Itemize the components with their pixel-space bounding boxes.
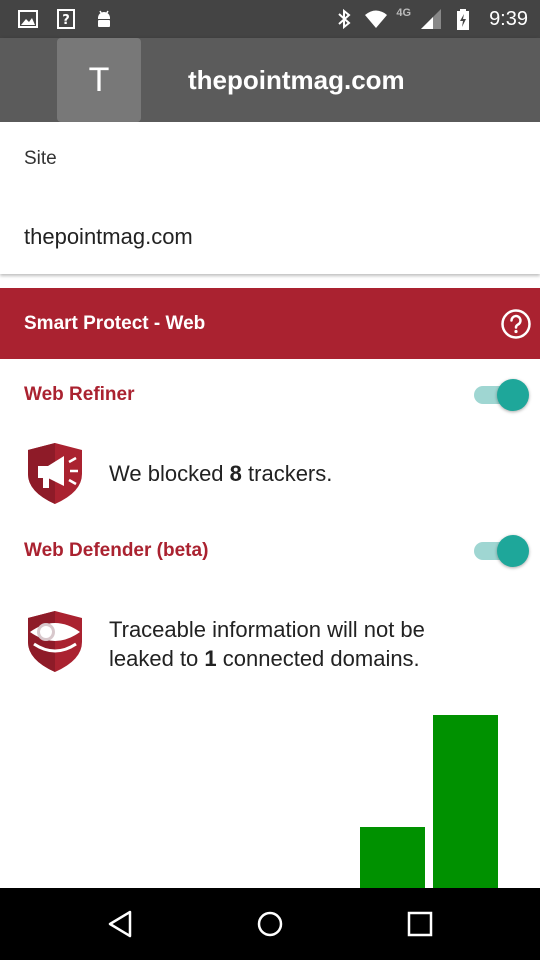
- web-defender-title: Web Defender (beta): [24, 540, 209, 561]
- tracker-bar-chart: [360, 715, 498, 888]
- toggle-thumb: [497, 535, 529, 567]
- android-icon: [98, 10, 110, 27]
- status-bar: ? 4G 9:39: [0, 0, 540, 38]
- network-type: 4G: [396, 7, 412, 19]
- text-prefix: We blocked: [109, 461, 230, 486]
- wifi-icon: [365, 10, 388, 28]
- svg-text:?: ?: [62, 13, 70, 28]
- web-defender-toggle[interactable]: [474, 535, 532, 567]
- battery-charging-icon: [457, 9, 470, 30]
- web-refiner-toggle[interactable]: [474, 379, 532, 411]
- bluetooth-icon: [338, 8, 351, 30]
- recents-icon[interactable]: [398, 902, 442, 946]
- site-label: Site: [24, 148, 57, 169]
- trackers-blocked-text: We blocked 8 trackers.: [109, 459, 332, 488]
- site-card: Site thepointmag.com: [0, 122, 540, 274]
- signal-icon: [421, 9, 442, 29]
- app-bar: T thepointmag.com: [0, 38, 540, 122]
- site-value: thepointmag.com: [24, 224, 193, 249]
- gallery-icon: [18, 10, 38, 28]
- text-suffix: connected domains.: [216, 646, 420, 671]
- eye-shield-icon: [28, 611, 82, 672]
- section-title: Smart Protect - Web: [24, 313, 206, 334]
- back-icon[interactable]: [98, 902, 142, 946]
- nav-bar: [0, 888, 540, 960]
- smart-protect-header: Smart Protect - Web: [0, 288, 540, 359]
- domains-count: 1: [204, 646, 217, 671]
- help-box-icon: ?: [57, 9, 75, 29]
- clock: 9:39: [489, 7, 528, 30]
- toggle-thumb: [497, 379, 529, 411]
- chart-bar-1: [360, 827, 425, 888]
- text-suffix: trackers.: [241, 461, 333, 486]
- help-circle-icon[interactable]: [500, 308, 532, 340]
- home-icon[interactable]: [248, 902, 292, 946]
- trackers-count: 8: [229, 461, 242, 486]
- text-line-1: Traceable information will not be: [109, 617, 425, 642]
- site-avatar: T: [57, 38, 141, 122]
- text-line-2: leaked to 1 connected domains.: [109, 644, 425, 673]
- megaphone-shield-icon: [28, 443, 82, 504]
- traceable-info-text: Traceable information will not be leaked…: [109, 615, 425, 673]
- web-refiner-title: Web Refiner: [24, 384, 135, 405]
- page-title: thepointmag.com: [188, 65, 405, 95]
- text-prefix: leaked to: [109, 646, 205, 671]
- chart-bar-2: [433, 715, 498, 888]
